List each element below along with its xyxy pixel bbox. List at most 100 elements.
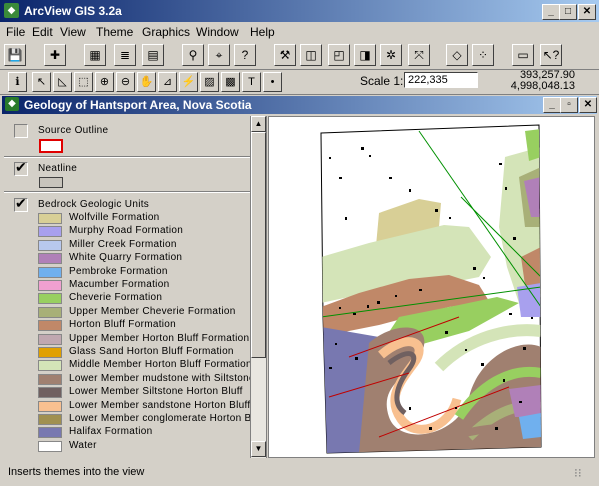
coord-y: 4,998,048.13 <box>510 80 575 92</box>
open-attribute-table-icon[interactable]: ▤ <box>142 44 164 66</box>
legend-label: Wolfville Formation <box>69 212 160 223</box>
button-bar: 💾 ✚ ▦ ≣ ▤ ⚲ ⌖? ⚒ ◫ ◰ ◨ ✲ ⤧ ◇ ⁘ ▭ ↖? <box>0 41 599 70</box>
theme-bedrock-geologic-units[interactable]: Bedrock Geologic Units <box>38 199 149 210</box>
maximize-button[interactable]: □ <box>559 4 577 20</box>
legend-label: Lower Member sandstone Horton Bluff <box>69 399 251 411</box>
hotlink-tool-icon[interactable]: ⚡ <box>179 72 198 92</box>
legend-swatch <box>38 400 62 412</box>
legend-swatch <box>38 253 62 265</box>
legend-swatch <box>38 306 62 318</box>
zoom-out-tool-icon[interactable]: ⊖ <box>116 72 135 92</box>
legend-swatch <box>38 320 62 332</box>
theme-properties-icon[interactable]: ▦ <box>84 44 106 66</box>
legend-swatch <box>38 373 62 385</box>
theme-source-outline[interactable]: Source Outline <box>38 125 108 136</box>
select-by-theme-icon[interactable]: ◫ <box>300 44 322 66</box>
clear-selection-icon[interactable]: ⁘ <box>472 44 494 66</box>
view-maximize-button[interactable]: ▫ <box>560 97 578 113</box>
app-title-bar[interactable]: ◆ ArcView GIS 3.2a _ □ ✕ <box>0 0 599 22</box>
legend-swatch <box>38 347 62 358</box>
menu-file[interactable]: File <box>6 25 25 39</box>
legend-label: Middle Member Horton Bluff Formation <box>69 359 252 371</box>
menu-help[interactable]: Help <box>250 25 275 39</box>
table-of-contents[interactable]: Source Outline ✔ Neatline ✔ Bedrock Geol… <box>2 116 267 458</box>
scroll-thumb[interactable] <box>251 132 266 358</box>
view-close-button[interactable]: ✕ <box>579 97 597 113</box>
label-tool-icon[interactable]: ▩ <box>221 72 240 92</box>
legend-label: Cheverie Formation <box>69 292 163 304</box>
view-title: Geology of Hantsport Area, Nova Scotia <box>24 98 252 112</box>
menu-edit[interactable]: Edit <box>32 25 53 39</box>
layout-icon[interactable]: ▭ <box>512 44 534 66</box>
legend-swatch <box>38 280 62 291</box>
legend-label: White Quarry Formation <box>69 252 183 264</box>
source-outline-symbol <box>39 139 63 153</box>
legend-label: Glass Sand Horton Bluff Formation <box>69 346 234 357</box>
view-window-icon[interactable]: ◆ <box>5 97 19 111</box>
geology-map[interactable] <box>269 117 595 458</box>
unit-pembroke <box>519 413 541 439</box>
help-icon[interactable]: ↖? <box>540 44 562 66</box>
hammer-icon[interactable]: ⚒ <box>274 44 296 66</box>
legend-swatch <box>38 427 62 439</box>
theme-separator <box>4 191 252 193</box>
add-theme-icon[interactable]: ✚ <box>44 44 66 66</box>
legend-label: Pembroke Formation <box>69 265 168 277</box>
vertex-edit-tool-icon[interactable]: ◺ <box>53 72 72 92</box>
select-feature-tool-icon[interactable]: ⬚ <box>74 72 93 92</box>
app-title: ArcView GIS 3.2a <box>24 4 122 18</box>
legend-label: Murphy Road Formation <box>69 225 184 237</box>
legend-swatch <box>38 213 62 224</box>
legend-label: Lower Member mudstone with Siltstone <box>69 372 255 384</box>
view-minimize-button[interactable]: _ <box>543 97 561 113</box>
zoom-to-active-themes-icon[interactable]: ◨ <box>354 44 376 66</box>
zoom-in-tool-icon[interactable]: ⊕ <box>95 72 114 92</box>
pointer-tool-icon[interactable]: ↖ <box>32 72 51 92</box>
theme-neatline[interactable]: Neatline <box>38 163 77 174</box>
scroll-up-arrow-icon[interactable]: ▲ <box>251 116 266 132</box>
zoom-in-fixed-icon[interactable]: ✲ <box>380 44 402 66</box>
legend-label: Upper Member Horton Bluff Formation <box>69 332 250 344</box>
menu-graphics[interactable]: Graphics <box>142 25 190 39</box>
legend-swatch <box>38 239 62 251</box>
zoom-out-fixed-icon[interactable]: ⤧ <box>408 44 430 66</box>
scroll-down-arrow-icon[interactable]: ▼ <box>251 441 266 457</box>
legend-label: Horton Bluff Formation <box>69 319 177 331</box>
minimize-button[interactable]: _ <box>542 4 560 20</box>
resize-grip-icon[interactable]: ⁝⁝ <box>574 466 590 482</box>
close-button[interactable]: ✕ <box>578 4 596 20</box>
legend-swatch <box>38 387 62 399</box>
pan-tool-icon[interactable]: ✋ <box>137 72 156 92</box>
menu-theme[interactable]: Theme <box>96 25 133 39</box>
zoom-to-selected-icon[interactable]: ◇ <box>446 44 468 66</box>
neatline-symbol <box>39 177 63 188</box>
map-display[interactable] <box>268 116 595 458</box>
identify-tool-icon[interactable]: ℹ <box>8 72 27 92</box>
legend-swatch <box>38 226 62 238</box>
legend-label: Miller Creek Formation <box>69 238 177 250</box>
neatline-checkbox[interactable]: ✔ <box>14 160 28 176</box>
area-of-interest-tool-icon[interactable]: ▨ <box>200 72 219 92</box>
draw-point-tool-icon[interactable]: • <box>263 72 282 92</box>
menu-bar: File Edit View Theme Graphics Window Help <box>0 22 599 40</box>
source-outline-checkbox[interactable] <box>14 124 28 138</box>
zoom-to-full-extent-icon[interactable]: ◰ <box>328 44 350 66</box>
cursor-coordinates: 393,257.90 4,998,048.13 <box>511 70 575 92</box>
unit-murphy-road <box>517 283 541 317</box>
save-project-icon[interactable]: 💾 <box>4 44 26 66</box>
menu-window[interactable]: Window <box>196 25 239 39</box>
view-title-bar[interactable]: ◆ Geology of Hantsport Area, Nova Scotia… <box>2 96 597 114</box>
edit-legend-icon[interactable]: ≣ <box>114 44 136 66</box>
bedrock-checkbox[interactable]: ✔ <box>14 196 28 212</box>
find-icon[interactable]: ⚲ <box>182 44 204 66</box>
query-builder-icon[interactable]: ? <box>234 44 256 66</box>
locate-address-icon[interactable]: ⌖ <box>208 44 230 66</box>
legend-swatch <box>38 266 62 278</box>
measure-tool-icon[interactable]: ⊿ <box>158 72 177 92</box>
legend-label: Upper Member Cheverie Formation <box>69 305 236 317</box>
arcview-app-icon[interactable]: ◆ <box>4 3 19 18</box>
scale-input[interactable] <box>404 72 478 88</box>
menu-view[interactable]: View <box>60 25 86 39</box>
text-tool-icon[interactable]: T <box>242 72 261 92</box>
toc-scrollbar[interactable]: ▲ ▼ <box>250 116 266 458</box>
